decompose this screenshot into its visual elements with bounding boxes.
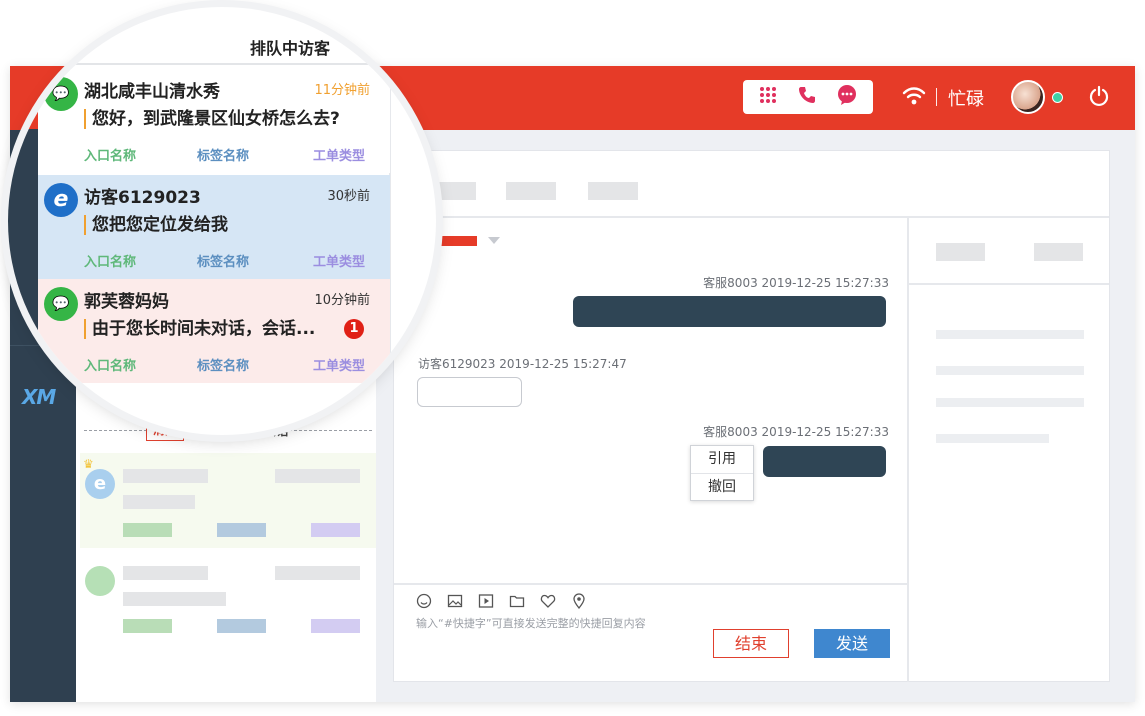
message-meta: 客服8003 2019-12-25 15:27:33: [703, 425, 889, 439]
ie-icon: e: [85, 469, 115, 499]
visitor-time: 30秒前: [327, 189, 370, 204]
info-line: [936, 434, 1049, 443]
avatar[interactable]: [1011, 80, 1045, 114]
image-icon[interactable]: [447, 593, 463, 609]
online-indicator: [1052, 92, 1063, 103]
message-input[interactable]: 输入“#快捷字”可直接发送完整的快捷回复内容: [416, 615, 646, 631]
tag-ticket: 工单类型: [313, 149, 366, 164]
chat-icon[interactable]: [836, 84, 858, 110]
status-divider: [936, 88, 937, 106]
header-divider: [394, 216, 1109, 218]
visitor-message: 由于您长时间未对话，会话...: [84, 319, 315, 339]
tab-placeholder[interactable]: [506, 182, 556, 200]
send-button[interactable]: 发送: [814, 629, 890, 658]
wechat-icon: 💬: [44, 77, 78, 111]
quote-menu-item[interactable]: 引用: [691, 446, 753, 473]
tag-ticket: 工单类型: [313, 359, 366, 374]
toolbar-pill: [743, 80, 873, 114]
tag-label: 标签名称: [197, 149, 250, 164]
active-tab-indicator: [434, 236, 477, 246]
visitor-time: 11分钟前: [314, 83, 370, 98]
emoji-icon[interactable]: [416, 593, 432, 609]
conversation-panel: 客服8003 2019-12-25 15:27:33 访客6129023 201…: [393, 150, 1110, 682]
phone-icon[interactable]: [797, 85, 817, 109]
recall-menu-item[interactable]: 撤回: [691, 473, 753, 500]
location-icon[interactable]: [571, 593, 587, 609]
info-line: [936, 330, 1084, 339]
message-meta: 客服8003 2019-12-25 15:27:33: [703, 276, 889, 290]
queue-title: 排队中访客: [250, 39, 331, 58]
visitor-time: 10分钟前: [314, 293, 370, 308]
power-icon[interactable]: [1088, 85, 1110, 107]
info-divider-vertical: [907, 216, 909, 682]
end-session-button[interactable]: 结束: [713, 629, 789, 658]
agent-message-bubble[interactable]: [763, 446, 886, 477]
visitor-item[interactable]: e 访客6129023 30秒前 您把您定位发给我 入口名称 标签名称 工单类型: [38, 175, 390, 279]
info-divider: [909, 283, 1109, 285]
folder-icon[interactable]: [509, 593, 525, 609]
lens-topbar: [8, 65, 38, 129]
chevron-down-icon[interactable]: [488, 237, 500, 244]
list-item[interactable]: [80, 558, 376, 653]
visitor-name: 湖北咸丰山清水秀: [84, 82, 220, 102]
tag-ticket: 工单类型: [313, 255, 366, 270]
ie-icon: e: [44, 183, 78, 217]
tag-entry: 入口名称: [84, 149, 137, 164]
wechat-icon: 💬: [44, 287, 78, 321]
queue-title-divider: [38, 63, 398, 65]
wechat-icon: [85, 566, 115, 596]
lens-nav: [8, 129, 38, 435]
input-divider: [394, 583, 907, 585]
info-line: [936, 366, 1084, 375]
video-icon[interactable]: [478, 593, 494, 609]
input-toolbar: [416, 593, 587, 611]
visitor-name: 访客6129023: [84, 188, 201, 208]
agent-message-bubble[interactable]: [573, 296, 886, 327]
visitor-message: 您把您定位发给我: [84, 215, 228, 235]
tag-entry: 入口名称: [84, 255, 137, 270]
tab-placeholder[interactable]: [588, 182, 638, 200]
magnifier-lens: 排队中访客 💬 湖北咸丰山清水秀 11分钟前 您好，到武隆景区仙女桥怎么去? 入…: [8, 7, 436, 435]
message-context-menu: 引用 撤回: [690, 445, 754, 501]
message-meta: 访客6129023 2019-12-25 15:27:47: [418, 357, 627, 371]
visitor-message: 您好，到武隆景区仙女桥怎么去?: [84, 109, 340, 129]
agent-status[interactable]: 忙碌: [948, 85, 984, 111]
crown-icon: ♛: [83, 457, 94, 471]
visitor-item[interactable]: 💬 郭芙蓉妈妈 10分钟前 由于您长时间未对话，会话... 1 入口名称 标签名…: [38, 279, 390, 383]
visitor-item[interactable]: 💬 湖北咸丰山清水秀 11分钟前 您好，到武隆景区仙女桥怎么去? 入口名称 标签…: [38, 69, 390, 173]
list-item[interactable]: e ♛: [80, 453, 376, 548]
tag-label: 标签名称: [197, 255, 250, 270]
visitor-name: 郭芙蓉妈妈: [84, 292, 169, 312]
info-line: [936, 398, 1084, 407]
wifi-icon: [902, 87, 926, 105]
tag-label: 标签名称: [197, 359, 250, 374]
grid-icon[interactable]: [758, 85, 778, 109]
info-tab[interactable]: [1034, 243, 1083, 261]
info-tab[interactable]: [936, 243, 985, 261]
tag-entry: 入口名称: [84, 359, 137, 374]
heart-icon[interactable]: [540, 593, 556, 609]
unread-badge: 1: [344, 319, 364, 339]
